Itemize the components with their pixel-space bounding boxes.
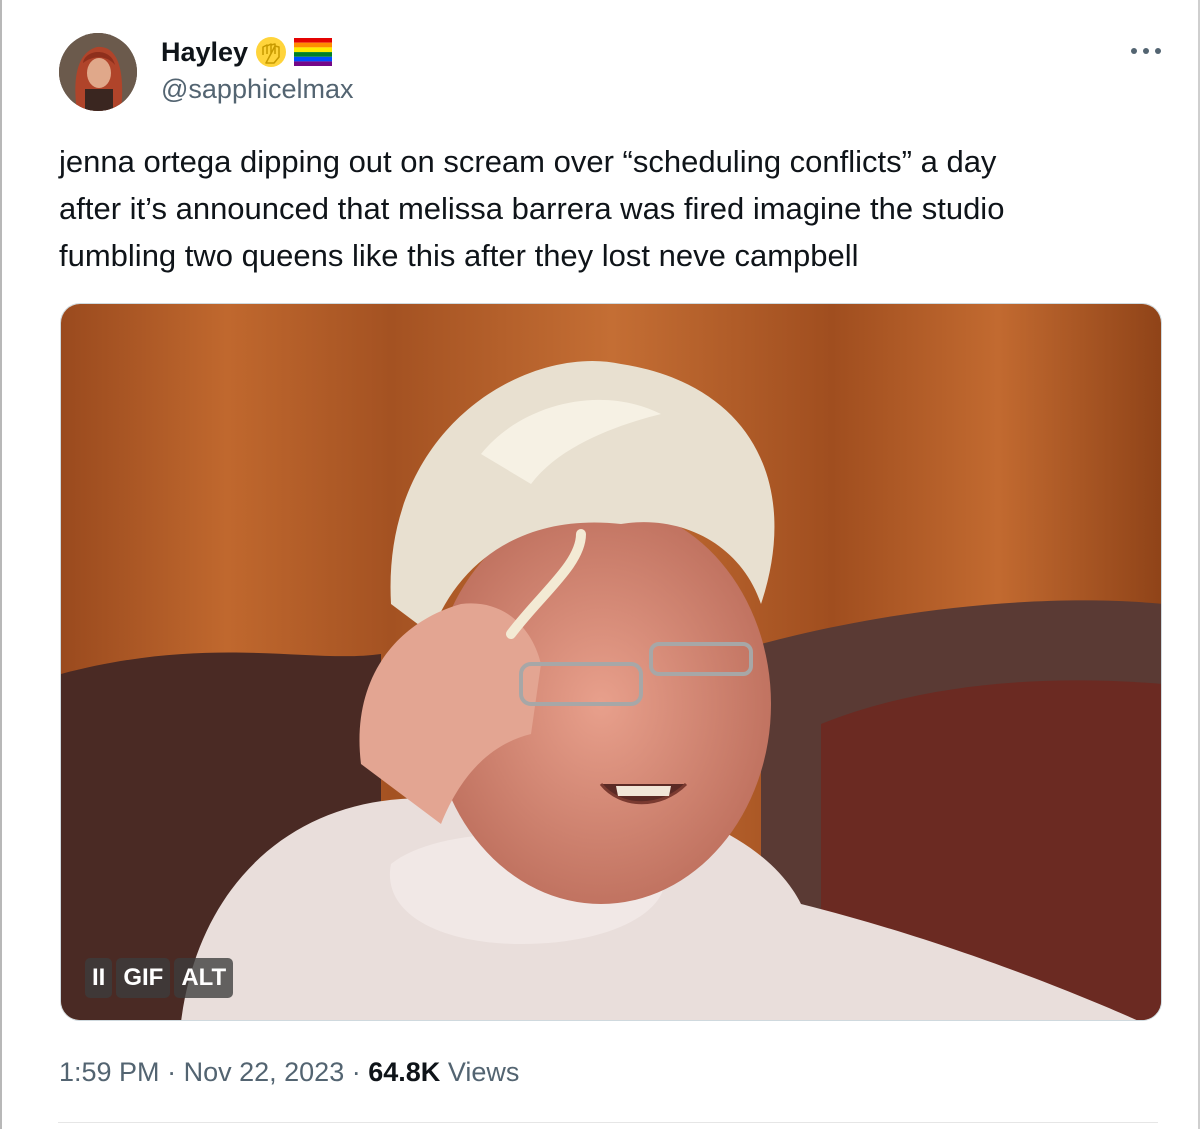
author-display-name[interactable]: Hayley xyxy=(161,37,248,68)
tweet-text: jenna ortega dipping out on scream over … xyxy=(59,138,1159,279)
tweet-meta: 1:59 PM · Nov 22, 2023 · 64.8K Views xyxy=(59,1057,519,1088)
raised-fist-emoji-icon xyxy=(256,37,287,67)
divider xyxy=(58,1122,1158,1123)
tweet-card: Hayley @sapphicelmax jenna ortega dippin… xyxy=(0,0,1200,1129)
more-dots-icon xyxy=(1131,48,1161,54)
gif-media[interactable]: II GIF ALT xyxy=(60,303,1162,1021)
avatar-image xyxy=(59,33,137,111)
separator: · xyxy=(351,1057,361,1087)
pause-button[interactable]: II xyxy=(85,958,113,998)
author-name-row: Hayley xyxy=(161,34,333,70)
gif-badge: GIF xyxy=(116,958,171,998)
author-handle[interactable]: @sapphicelmax xyxy=(161,74,354,105)
views-label: Views xyxy=(447,1057,520,1087)
tweet-time[interactable]: 1:59 PM xyxy=(59,1057,160,1087)
avatar[interactable] xyxy=(59,33,137,111)
tweet-text-line: after it’s announced that melissa barrer… xyxy=(59,191,1005,226)
gif-frame-image xyxy=(61,304,1161,1020)
rainbow-flag-emoji-icon xyxy=(294,38,333,66)
tweet-text-line: jenna ortega dipping out on scream over … xyxy=(59,144,997,179)
views-count: 64.8K xyxy=(368,1057,441,1087)
separator: · xyxy=(167,1057,177,1087)
tweet-text-line: fumbling two queens like this after they… xyxy=(59,238,859,273)
more-options-button[interactable] xyxy=(1126,36,1166,66)
alt-text-button[interactable]: ALT xyxy=(174,958,234,998)
media-badges: II GIF ALT xyxy=(85,958,234,998)
tweet-date[interactable]: Nov 22, 2023 xyxy=(184,1057,345,1087)
